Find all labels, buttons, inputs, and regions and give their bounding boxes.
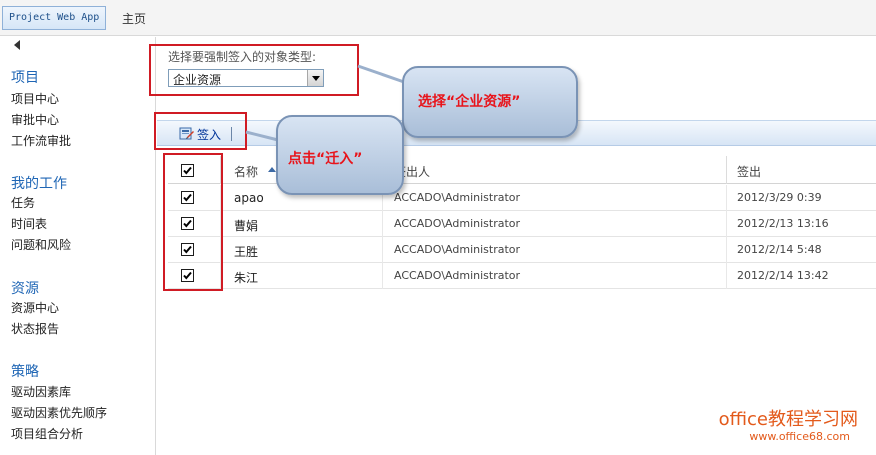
callout-checkin-text: 点击“迁入” <box>288 151 363 167</box>
watermark-title: office教程学习网 <box>718 409 858 430</box>
watermark-url: www.office68.com <box>749 430 850 443</box>
callout-select-text: 选择“企业资源” <box>418 94 521 110</box>
